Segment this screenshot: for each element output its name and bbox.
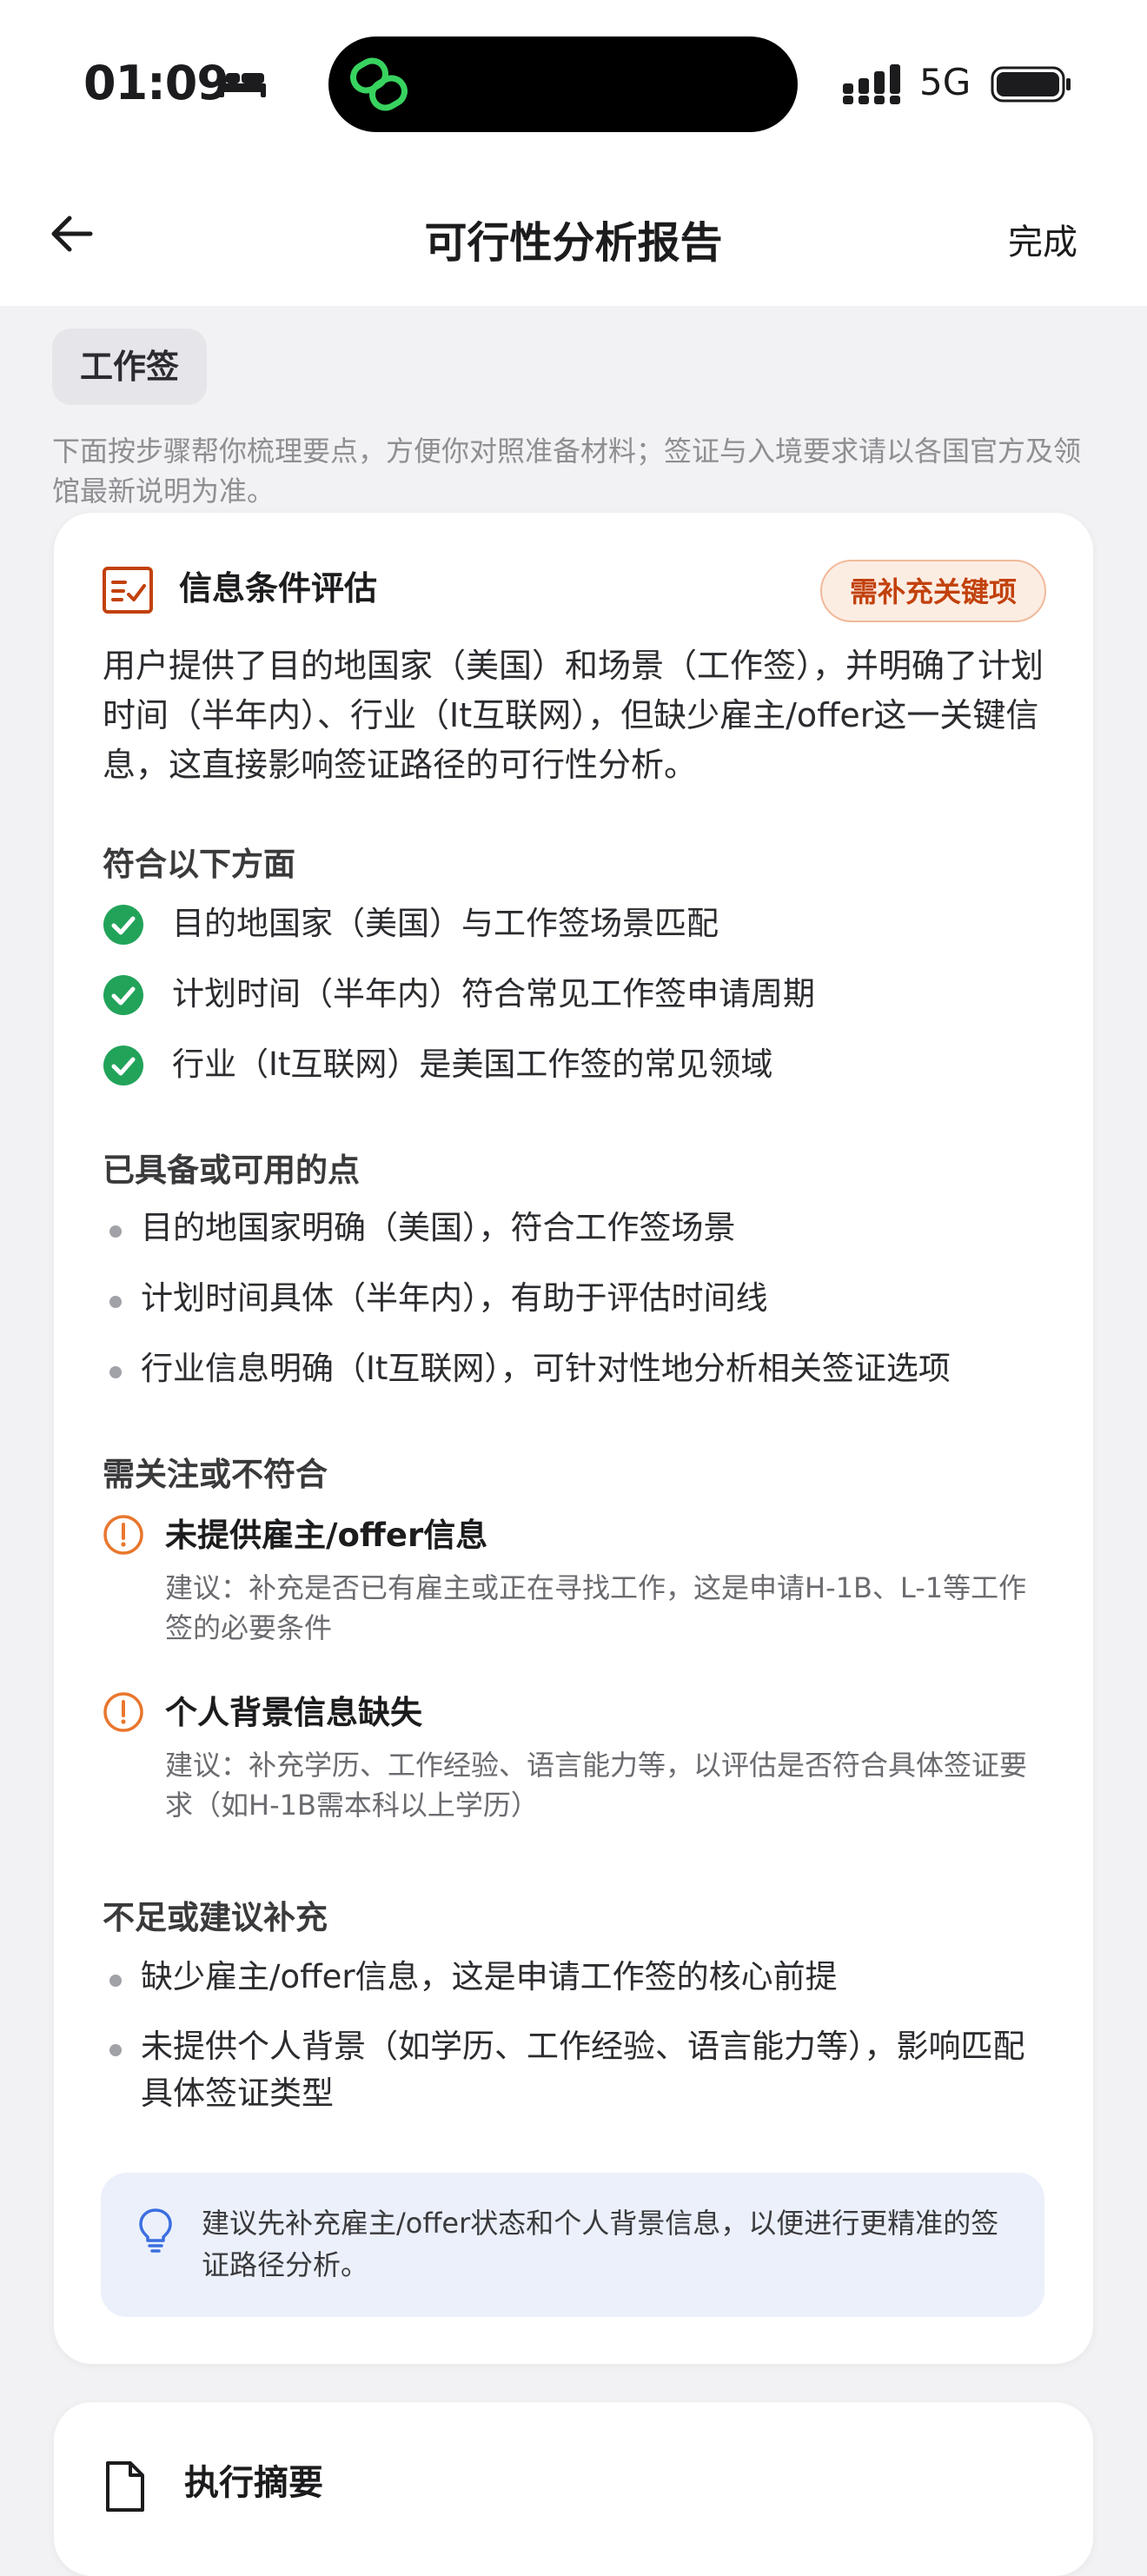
attention-item-desc: 建议：补充是否已有雇主或正在寻找工作，这是申请H-1B、L-1等工作签的必要条件: [165, 1571, 1027, 1644]
attention-item: 未提供雇主/offer信息 建议：补充是否已有雇主或正在寻找工作，这是申请H-1…: [103, 1512, 1050, 1648]
check-circle-icon: [103, 975, 143, 1015]
bed-icon: [219, 70, 266, 97]
warning-circle-icon: [103, 1515, 143, 1555]
available-heading: 已具备或可用的点: [103, 1152, 360, 1189]
nav-bar: 可行性分析报告 完成: [0, 165, 1147, 306]
tip-text: 建议先补充雇主/offer状态和个人背景信息，以便进行更精准的签证路径分析。: [202, 2207, 999, 2281]
bullet-icon: [109, 1975, 122, 1987]
visa-type-tag: 工作签: [52, 329, 208, 405]
insufficient-heading: 不足或建议补充: [103, 1899, 328, 1936]
insufficient-item: 缺少雇主/offer信息，这是申请工作签的核心前提: [103, 1954, 1050, 2001]
assessment-card: 信息条件评估 需补充关键项 用户提供了目的地国家（美国）和场景（工作签），并明确…: [54, 513, 1093, 2364]
intro-text: 下面按步骤帮你梳理要点，方便你对照准备材料；签证与入境要求请以各国官方及领馆最新…: [52, 435, 1082, 508]
bullet-icon: [109, 1225, 122, 1238]
status-time: 01:09: [83, 56, 229, 110]
checklist-icon: [103, 567, 153, 614]
network-type: 5G: [919, 61, 971, 103]
match-item-text: 目的地国家（美国）与工作签场景匹配: [172, 905, 719, 942]
attention-item-title: 个人背景信息缺失: [165, 1694, 422, 1731]
bullet-icon: [109, 1366, 122, 1378]
available-item: 行业信息明确（It互联网），可针对性地分析相关签证选项: [103, 1345, 1050, 1392]
summary-card: 执行摘要: [54, 2402, 1093, 2576]
assessment-title: 信息条件评估: [179, 569, 378, 607]
available-item-text: 计划时间具体（半年内），有助于评估时间线: [141, 1279, 768, 1317]
available-item-text: 目的地国家明确（美国），符合工作签场景: [141, 1209, 736, 1246]
attention-heading: 需关注或不符合: [103, 1456, 328, 1493]
signal-icon: [843, 64, 900, 104]
status-bar: 01:09 5G: [0, 0, 1147, 165]
status-badge: 需补充关键项: [819, 560, 1046, 622]
bullet-icon: [109, 1296, 122, 1308]
tip-box: 建议先补充雇主/offer状态和个人背景信息，以便进行更精准的签证路径分析。: [101, 2173, 1044, 2317]
assessment-summary: 用户提供了目的地国家（美国）和场景（工作签），并明确了计划时间（半年内）、行业（…: [103, 647, 1044, 784]
dynamic-island: [328, 37, 798, 132]
attention-item-desc: 建议：补充学历、工作经验、语言能力等，以评估是否符合具体签证要求（如H-1B需本…: [165, 1749, 1028, 1822]
insufficient-item-text: 未提供个人背景（如学历、工作经验、语言能力等），影响匹配具体签证类型: [141, 2028, 1025, 2112]
insufficient-item: 未提供个人背景（如学历、工作经验、语言能力等），影响匹配具体签证类型: [103, 2023, 1050, 2117]
insufficient-item-text: 缺少雇主/offer信息，这是申请工作签的核心前提: [141, 1958, 838, 1995]
attention-item-title: 未提供雇主/offer信息: [165, 1517, 488, 1554]
done-button[interactable]: 完成: [1008, 214, 1077, 264]
check-circle-icon: [103, 1046, 143, 1086]
available-item: 目的地国家明确（美国），符合工作签场景: [103, 1205, 1050, 1251]
check-circle-icon: [103, 905, 143, 945]
match-item-text: 行业（It互联网）是美国工作签的常见领域: [172, 1046, 773, 1083]
lightbulb-icon: [139, 2208, 172, 2253]
available-item-text: 行业信息明确（It互联网），可针对性地分析相关签证选项: [141, 1350, 951, 1387]
summary-title: 执行摘要: [184, 2463, 323, 2503]
page-title: 可行性分析报告: [424, 218, 723, 268]
match-heading: 符合以下方面: [103, 846, 295, 883]
available-item: 计划时间具体（半年内），有助于评估时间线: [103, 1275, 1050, 1322]
attention-item: 个人背景信息缺失 建议：补充学历、工作经验、语言能力等，以评估是否符合具体签证要…: [103, 1690, 1050, 1825]
battery-icon: [991, 66, 1071, 103]
match-item-text: 计划时间（半年内）符合常见工作签申请周期: [172, 975, 815, 1012]
bullet-icon: [109, 2044, 122, 2056]
link-icon: [350, 57, 408, 111]
document-icon: [106, 2461, 144, 2512]
warning-circle-icon: [103, 1692, 143, 1732]
